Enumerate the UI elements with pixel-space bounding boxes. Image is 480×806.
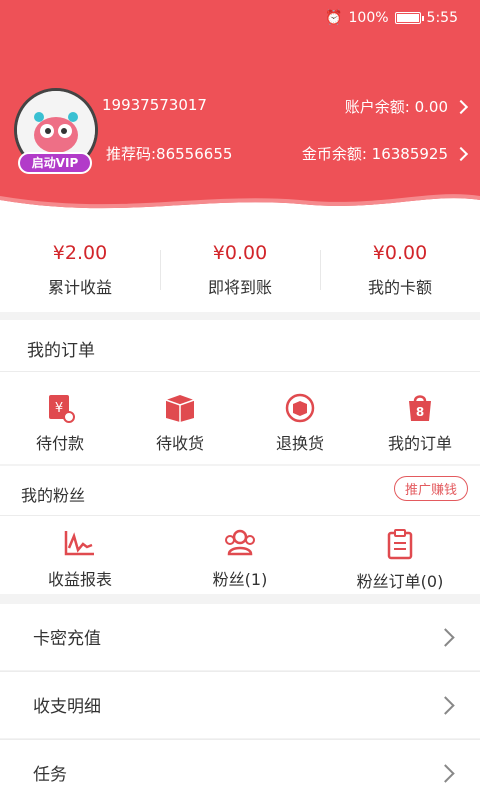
menu-label: 卡密充值 [33,629,101,649]
menu-label: 任务 [33,765,67,785]
menu-tasks[interactable]: 任务 [0,740,480,806]
order-all[interactable]: 8 我的订单 [360,392,480,454]
alarm-icon: ⏰ [325,10,343,26]
box-icon [165,395,195,422]
clipboard-icon [387,529,413,560]
menu-transactions[interactable]: 收支明细 [0,672,480,738]
chevron-right-icon [436,764,455,783]
referral-code: 推荐码:86556655 [106,145,233,163]
stat-card-balance[interactable]: ¥0.00 我的卡额 [320,222,480,312]
user-phone: 19937573017 [102,96,207,114]
gold-balance-link[interactable]: 金币余额: 16385925 [301,143,469,164]
account-balance-link[interactable]: 账户余额: 0.00 [344,96,469,117]
users-icon [225,529,255,556]
divider [0,371,480,372]
earnings-summary: ¥2.00 累计收益 ¥0.00 即将到账 ¥0.00 我的卡额 [0,222,480,312]
stat-amount: ¥0.00 [212,242,268,264]
stat-label: 即将到账 [207,278,272,297]
menu-label: 收支明细 [33,697,101,717]
chevron-right-icon [436,628,455,647]
svg-text:¥: ¥ [55,401,63,416]
fans-list[interactable]: 粉丝(1) [160,528,320,592]
order-to-receive[interactable]: 待收货 [120,392,240,454]
fans-title: 我的粉丝 [21,486,86,505]
payment-pending-icon: ¥ [49,395,75,423]
battery-percent: 100% [348,10,389,26]
account-balance: 账户余额: 0.00 [344,98,448,116]
fans-label: 收益报表 [47,570,112,589]
fans-label: 粉丝(1) [212,570,268,589]
chevron-right-icon [453,146,469,161]
stat-amount: ¥2.00 [52,242,108,264]
order-label: 待付款 [35,434,84,453]
stat-pending[interactable]: ¥0.00 即将到账 [160,222,320,312]
vip-badge[interactable]: 启动VIP [18,152,92,174]
chevron-right-icon [453,99,469,114]
clock: 5:55 [426,10,458,26]
gold-balance: 金币余额: 16385925 [301,145,448,163]
exchange-icon [285,393,315,423]
stat-total-earnings[interactable]: ¥2.00 累计收益 [0,222,160,312]
fans-label: 粉丝订单(0) [356,572,444,591]
battery-icon [394,12,424,24]
orders-section: 我的订单 ¥ 待付款 待收货 退换货 8 我的订单 [0,320,480,464]
status-bar: ⏰ 100% 5:55 [325,8,458,28]
menu-card-recharge[interactable]: 卡密充值 [0,604,480,670]
chart-icon [64,531,94,556]
divider [0,515,480,516]
header-wave [0,194,480,226]
stat-label: 我的卡额 [367,278,432,297]
order-pending-payment[interactable]: ¥ 待付款 [0,392,120,454]
stat-amount: ¥0.00 [372,242,428,264]
orders-title: 我的订单 [27,341,95,361]
fans-orders[interactable]: 粉丝订单(0) [320,528,480,592]
order-label: 退换货 [275,434,324,453]
promote-earn-button[interactable]: 推广赚钱 [393,476,468,501]
shopping-bag-icon: 8 [409,395,431,421]
fans-earnings-report[interactable]: 收益报表 [0,528,160,592]
order-returns[interactable]: 退换货 [240,392,360,454]
order-label: 我的订单 [387,434,452,453]
chevron-right-icon [436,696,455,715]
order-label: 待收货 [155,434,204,453]
stat-label: 累计收益 [47,278,112,297]
fans-section: 我的粉丝 推广赚钱 收益报表 粉丝(1) 粉丝订单(0) [0,466,480,594]
svg-text:8: 8 [416,405,424,419]
